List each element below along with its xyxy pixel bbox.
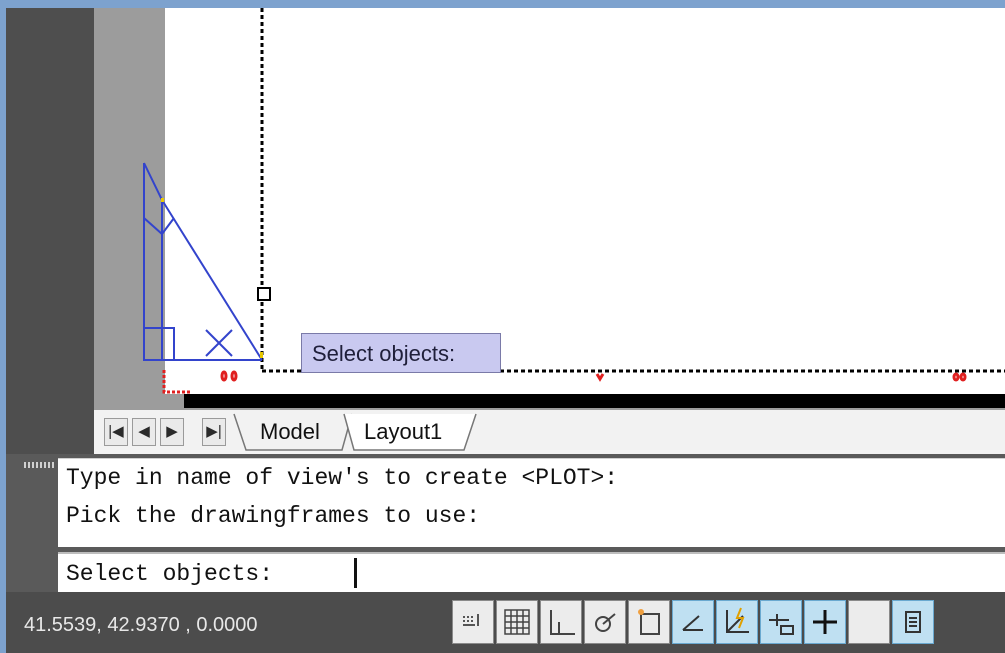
grip-square: [257, 287, 271, 301]
object-snap-icon[interactable]: [672, 600, 714, 644]
command-input[interactable]: Select objects:: [58, 552, 1005, 594]
blue-geometry: [143, 162, 263, 361]
status-bar: 41.5539, 42.9370 , 0.0000: [6, 592, 1005, 653]
window-border-top: [6, 0, 1005, 8]
next-tab-button[interactable]: ▶: [160, 418, 184, 446]
lineweight-icon[interactable]: [848, 600, 890, 644]
command-history-line: Type in name of view's to create <PLOT>:: [66, 465, 619, 491]
ortho-mode-icon[interactable]: [584, 600, 626, 644]
tab-layout1[interactable]: Layout1: [364, 414, 442, 450]
grid-display-icon[interactable]: [540, 600, 582, 644]
command-history-line: Pick the drawingframes to use:: [66, 503, 481, 529]
last-tab-button[interactable]: ▶|: [202, 418, 226, 446]
red-markers: [162, 370, 967, 394]
infer-constraints-icon[interactable]: [452, 600, 494, 644]
select-objects-tooltip: Select objects:: [301, 333, 501, 373]
object-snap-tracking-icon[interactable]: [716, 600, 758, 644]
paper-shadow-band: [184, 394, 1005, 408]
command-prompt: Select objects:: [66, 561, 274, 587]
previous-tab-button[interactable]: ◀: [132, 418, 156, 446]
snap-grid-icon[interactable]: [496, 600, 538, 644]
layout-tab-bar: |◀ ◀ ▶ ▶| Model Layout1: [94, 410, 1005, 454]
selected-drawing-frame: [257, 8, 1005, 373]
text-caret: [354, 558, 357, 588]
tab-model[interactable]: Model: [260, 414, 320, 450]
coordinate-readout[interactable]: 41.5539, 42.9370 , 0.0000: [24, 614, 258, 637]
command-history: Type in name of view's to create <PLOT>:…: [58, 458, 1005, 547]
dynamic-input-icon[interactable]: [804, 600, 846, 644]
drawing-canvas[interactable]: [94, 8, 1005, 410]
quick-properties-icon[interactable]: [892, 600, 934, 644]
command-window-grip[interactable]: [24, 462, 54, 468]
first-tab-button[interactable]: |◀: [104, 418, 128, 446]
dynamic-ucs-icon[interactable]: [760, 600, 802, 644]
polar-tracking-icon[interactable]: [628, 600, 670, 644]
